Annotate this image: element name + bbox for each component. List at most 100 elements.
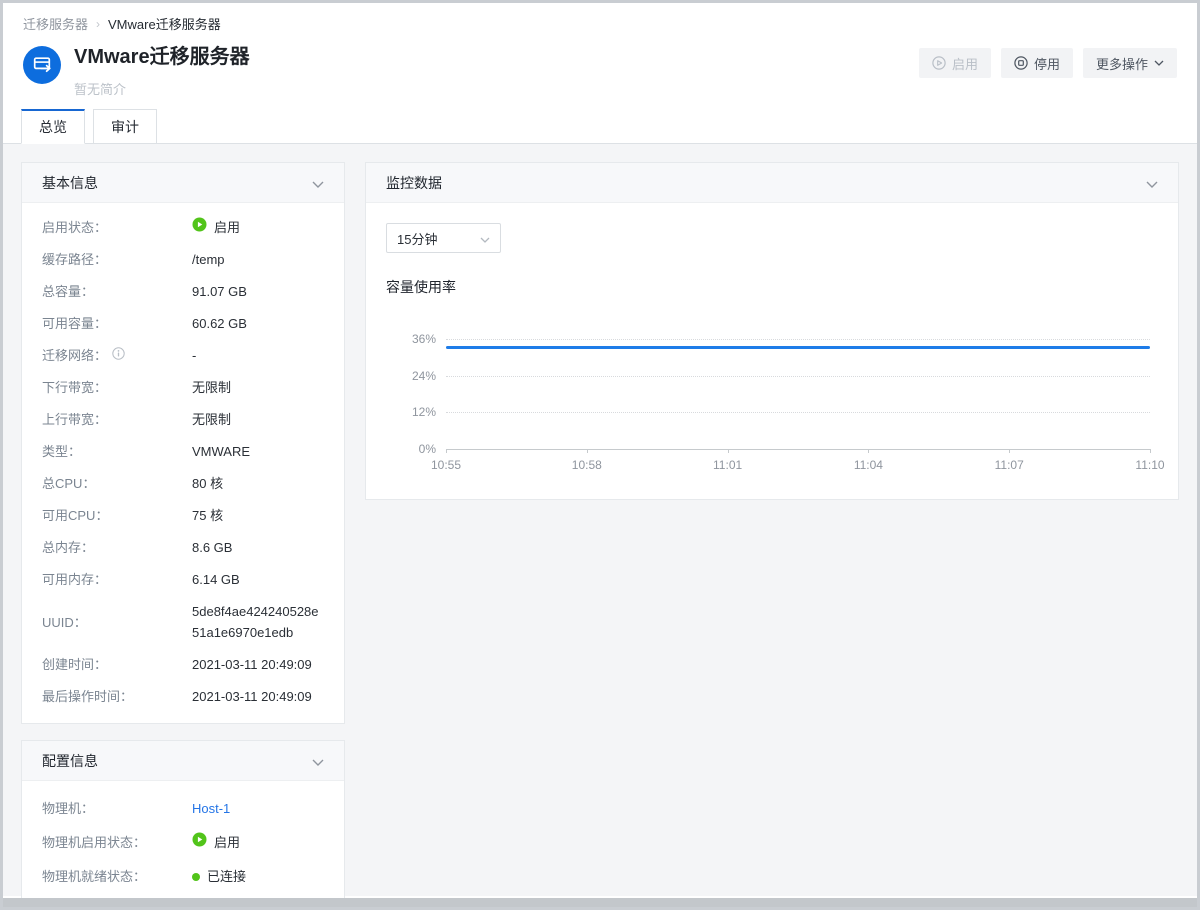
info-label: 启用状态： — [42, 217, 192, 238]
capacity-usage-chart: 0%12%24%36%10:5510:5811:0111:0411:0711:1… — [386, 327, 1158, 475]
stop-circle-icon — [1014, 56, 1028, 70]
chevron-down-icon — [480, 231, 490, 246]
tab-audit[interactable]: 审计 — [93, 109, 157, 144]
chevron-down-icon — [1146, 175, 1158, 191]
info-value: 6.14 GB — [192, 569, 240, 590]
connected-status-icon — [192, 873, 200, 881]
info-value: 80 核 — [192, 473, 223, 494]
config-info-header[interactable]: 配置信息 — [22, 741, 344, 781]
interval-select[interactable]: 15分钟 — [386, 223, 501, 253]
info-label: 物理机启用状态： — [42, 832, 192, 853]
right-column: 监控数据 15分钟 容量使用率 0%12%24%36%10:5510:5811 — [365, 162, 1179, 500]
info-row: 下行带宽：无限制 — [42, 377, 324, 398]
info-icon[interactable] — [112, 345, 125, 366]
breadcrumb-item[interactable]: 迁移服务器 — [23, 14, 88, 33]
info-label: 最后操作时间： — [42, 686, 192, 707]
info-label: 物理机就绪状态： — [42, 866, 192, 887]
page-header: VMware迁移服务器 暂无简介 启用停用更多操作 — [3, 33, 1197, 98]
info-value: 2021-03-11 20:49:09 — [192, 654, 312, 675]
y-axis-tick-label: 24% — [412, 369, 436, 383]
info-label: 创建时间： — [42, 654, 192, 675]
info-label: 总容量： — [42, 281, 192, 302]
info-row: 总容量：91.07 GB — [42, 281, 324, 302]
enabled-status-icon — [192, 832, 207, 853]
breadcrumb-item: VMware迁移服务器 — [108, 14, 221, 33]
tab-bar: 总览审计 — [3, 109, 1197, 144]
gridline: 36% — [446, 339, 1150, 340]
config-info-title: 配置信息 — [42, 751, 98, 771]
breadcrumb-separator: › — [96, 17, 100, 31]
chart-title: 容量使用率 — [386, 277, 1158, 297]
monitoring-card: 监控数据 15分钟 容量使用率 0%12%24%36%10:5510:5811 — [365, 162, 1179, 500]
info-row: 迁移网络：- — [42, 345, 324, 366]
basic-info-card: 基本信息 启用状态：启用缓存路径：/temp总容量：91.07 GB可用容量：6… — [21, 162, 345, 724]
info-label: 缓存路径： — [42, 249, 192, 270]
basic-info-title: 基本信息 — [42, 173, 98, 193]
info-row: 可用CPU：75 核 — [42, 505, 324, 526]
info-label: 下行带宽： — [42, 377, 192, 398]
info-value: 无限制 — [192, 377, 231, 398]
basic-info-header[interactable]: 基本信息 — [22, 163, 344, 203]
info-value: /temp — [192, 249, 225, 270]
info-label: 总CPU： — [42, 473, 192, 494]
x-axis-tick-label: 11:10 — [1135, 458, 1164, 472]
monitoring-title: 监控数据 — [386, 173, 442, 193]
info-value: 启用 — [192, 217, 240, 238]
info-row: 总CPU：80 核 — [42, 473, 324, 494]
monitoring-header[interactable]: 监控数据 — [366, 163, 1178, 203]
info-value: 75 核 — [192, 505, 223, 526]
info-row: UUID：5de8f4ae424240528e51a1e6970e1edb — [42, 601, 324, 643]
page-subtitle: 暂无简介 — [74, 79, 250, 98]
info-label: 可用内存： — [42, 569, 192, 590]
x-axis-tick — [587, 449, 588, 453]
x-axis-tick — [446, 449, 447, 453]
host-link[interactable]: Host-1 — [192, 798, 230, 819]
y-axis-tick-label: 12% — [412, 405, 436, 419]
info-value: 启用 — [192, 832, 240, 853]
tab-overview[interactable]: 总览 — [21, 109, 85, 144]
info-label: UUID： — [42, 601, 192, 643]
horizontal-scrollbar[interactable] — [3, 898, 1197, 907]
chart-plot: 0%12%24%36%10:5510:5811:0111:0411:0711:1… — [446, 327, 1150, 449]
info-row: 可用容量：60.62 GB — [42, 313, 324, 334]
monitoring-body: 15分钟 容量使用率 0%12%24%36%10:5510:5811:0111:… — [366, 203, 1178, 499]
enable-button[interactable]: 启用 — [919, 48, 991, 78]
content-area: 基本信息 启用状态：启用缓存路径：/temp总容量：91.07 GB可用容量：6… — [3, 144, 1197, 896]
enabled-status-icon — [192, 217, 207, 238]
info-value: 5de8f4ae424240528e51a1e6970e1edb — [192, 601, 324, 643]
x-axis-tick — [868, 449, 869, 453]
page-title: VMware迁移服务器 — [74, 43, 250, 71]
info-label: 总内存： — [42, 537, 192, 558]
info-label: 上行带宽： — [42, 409, 192, 430]
breadcrumb: 迁移服务器 › VMware迁移服务器 — [3, 3, 1197, 33]
info-row: 启用状态：启用 — [42, 217, 324, 238]
x-axis-tick-label: 11:01 — [713, 458, 742, 472]
x-axis-tick — [1009, 449, 1010, 453]
x-axis-tick-label: 11:07 — [995, 458, 1024, 472]
chevron-down-icon — [312, 753, 324, 769]
info-value: 无限制 — [192, 409, 231, 430]
info-label: 可用CPU： — [42, 505, 192, 526]
disable-button[interactable]: 停用 — [1001, 48, 1073, 78]
action-bar: 启用停用更多操作 — [919, 43, 1177, 78]
info-label: 物理机： — [42, 798, 192, 819]
migration-server-icon — [23, 46, 61, 84]
info-row: 物理机就绪状态：已连接 — [42, 866, 324, 887]
info-value: 已连接 — [192, 866, 246, 887]
x-axis-tick-label: 11:04 — [854, 458, 883, 472]
info-label: 类型： — [42, 441, 192, 462]
more-actions-button[interactable]: 更多操作 — [1083, 48, 1177, 78]
basic-info-body: 启用状态：启用缓存路径：/temp总容量：91.07 GB可用容量：60.62 … — [22, 203, 344, 723]
info-row: 最后操作时间：2021-03-11 20:49:09 — [42, 686, 324, 707]
info-value: 91.07 GB — [192, 281, 247, 302]
y-axis-tick-label: 0% — [419, 442, 436, 456]
x-axis-tick-label: 10:55 — [431, 458, 461, 472]
info-row: 可用内存：6.14 GB — [42, 569, 324, 590]
capacity-usage-series-line — [446, 346, 1150, 349]
info-row: 物理机启用状态：启用 — [42, 832, 324, 853]
config-info-card: 配置信息 物理机：Host-1物理机启用状态：启用物理机就绪状态：已连接 — [21, 740, 345, 910]
info-row: 上行带宽：无限制 — [42, 409, 324, 430]
y-axis-tick-label: 36% — [412, 332, 436, 346]
info-value: - — [192, 345, 196, 366]
chevron-down-icon — [312, 175, 324, 191]
